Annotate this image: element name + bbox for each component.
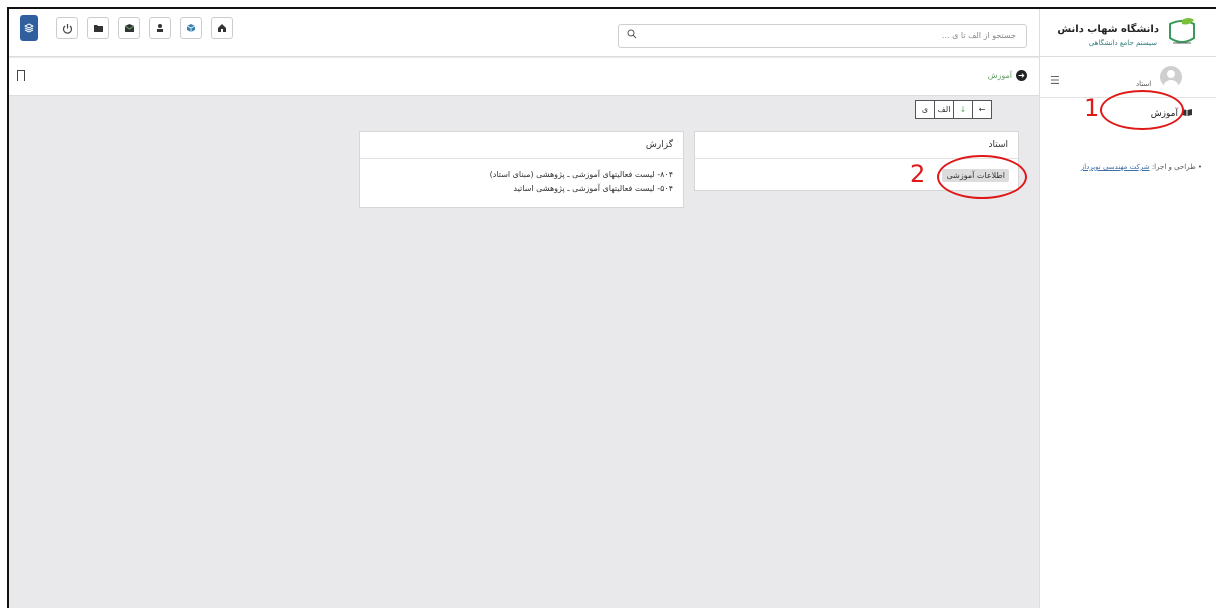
report-item[interactable]: ۸۰۴- لیست فعالیتهای آموزشی ـ پژوهشی (مبن… <box>490 170 673 179</box>
credit-prefix: طراحی و اجرا: <box>1151 163 1196 171</box>
bookmark-icon[interactable] <box>17 70 25 81</box>
university-subtitle: سیستم جامع دانشگاهی <box>1088 39 1157 47</box>
university-logo <box>1167 16 1197 50</box>
breadcrumb-current: آموزش <box>987 71 1012 80</box>
home-icon[interactable] <box>211 17 233 39</box>
hamburger-menu-icon[interactable]: ☰ <box>1050 74 1060 87</box>
top-toolbar: جستجو از الف تا ی ... <box>9 9 1039 57</box>
university-name: دانشگاه شهاب دانش <box>1057 24 1159 35</box>
report-item[interactable]: ۵۰۴- لیست فعالیتهای آموزشی ـ پژوهشی اسات… <box>513 184 673 193</box>
cube-icon[interactable] <box>180 17 202 39</box>
layers-icon[interactable] <box>20 15 38 41</box>
avatar[interactable] <box>1160 66 1182 88</box>
annotation-ellipse-1 <box>1100 90 1184 130</box>
search-input[interactable]: جستجو از الف تا ی ... <box>618 24 1027 48</box>
arrow-right-circle-icon: ➜ <box>1016 70 1027 81</box>
app-frame: جستجو از الف تا ی ... ➜ آموزش ی الف ↓ ← … <box>7 7 1216 608</box>
power-icon[interactable] <box>56 17 78 39</box>
ye-button[interactable]: ی <box>915 100 935 119</box>
breadcrumb[interactable]: ➜ آموزش <box>988 70 1027 81</box>
search-placeholder: جستجو از الف تا ی ... <box>941 31 1016 40</box>
user-icon[interactable] <box>149 17 171 39</box>
annotation-number-2: 2 <box>910 160 926 188</box>
folder-icon[interactable] <box>87 17 109 39</box>
breadcrumb-bar: ➜ آموزش <box>9 58 1039 96</box>
inbox-icon[interactable] <box>118 17 140 39</box>
report-panel-title: گزارش <box>360 132 683 159</box>
report-panel: گزارش ۸۰۴- لیست فعالیتهای آموزشی ـ پژوهش… <box>359 131 684 208</box>
annotation-number-1: 1 <box>1084 94 1100 122</box>
company-link[interactable]: شرکت مهندسی نوپرداز <box>1081 163 1150 171</box>
arrow-down-icon[interactable]: ↓ <box>953 100 973 119</box>
alef-button[interactable]: الف <box>934 100 954 119</box>
user-role: استاد <box>1136 80 1152 88</box>
logo-area: دانشگاه شهاب دانش سیستم جامع دانشگاهی <box>1040 9 1216 57</box>
arrow-left-icon[interactable]: ← <box>972 100 992 119</box>
annotation-ellipse-2 <box>937 155 1027 199</box>
search-icon <box>627 29 637 42</box>
nav-button-group: ی الف ↓ ← <box>915 100 992 119</box>
credit-line: • طراحی و اجرا: شرکت مهندسی نوپرداز <box>1080 163 1202 171</box>
